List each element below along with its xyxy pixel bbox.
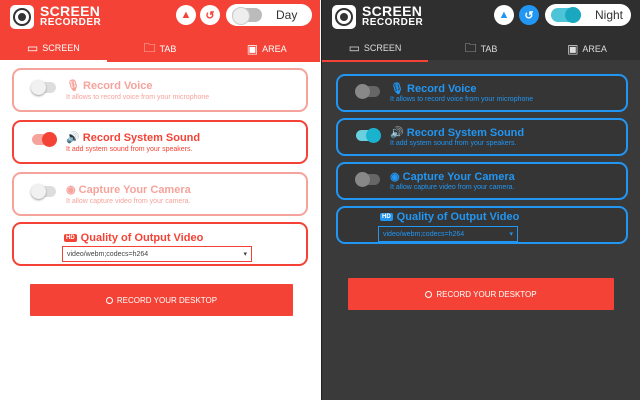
monitor-icon: ▭: [348, 41, 360, 55]
tab-label: SCREEN: [363, 43, 402, 53]
logo-line-1: SCREEN: [40, 3, 101, 19]
tab-tab[interactable]: 🗀 TAB: [107, 36, 214, 62]
tab-label: AREA: [582, 44, 607, 54]
record-button-label: RECORD YOUR DESKTOP: [116, 295, 218, 305]
header: SCREEN RECORDER ▲ ↺ Day ▭ SCREEN 🗀 TAB ▣…: [0, 0, 320, 62]
speaker-icon: 🔊: [390, 127, 407, 139]
theme-toggle[interactable]: Day: [226, 4, 312, 26]
capture-camera-toggle[interactable]: [355, 172, 380, 187]
quality-title: Quality of Output Video: [80, 232, 204, 244]
tab-bar: ▭ SCREEN 🗀 TAB ▣ AREA: [322, 36, 640, 62]
tab-screen[interactable]: ▭ SCREEN: [0, 36, 107, 62]
history-icon[interactable]: ↺: [200, 5, 220, 25]
microphone-icon: 🎙: [66, 80, 84, 92]
google-drive-icon[interactable]: ▲: [494, 5, 514, 25]
theme-switch-knob[interactable]: [551, 7, 581, 23]
capture-camera-card[interactable]: ◉ Capture Your Camera It allow capture v…: [12, 172, 308, 216]
dropdown-arrow-icon: ▾: [509, 231, 513, 238]
option-title: Record Voice: [407, 83, 477, 95]
tab-bar: ▭ SCREEN 🗀 TAB ▣ AREA: [0, 36, 320, 62]
hd-icon: HD: [64, 234, 77, 243]
record-circle-icon: [425, 290, 433, 298]
microphone-icon: 🎙: [390, 83, 408, 95]
folder-icon: 🗀: [464, 40, 477, 55]
record-voice-card[interactable]: 🎙 Record Voice It allows to record voice…: [12, 68, 308, 112]
record-logo-icon: [332, 5, 356, 29]
record-system-sound-card[interactable]: 🔊 Record System Sound It add system soun…: [12, 120, 308, 164]
record-desktop-button[interactable]: RECORD YOUR DESKTOP: [348, 278, 614, 310]
codec-value: video/webm;codecs=h264: [383, 230, 465, 238]
option-description: It allows to record voice from your micr…: [390, 96, 534, 103]
area-icon: ▣: [567, 42, 579, 56]
tab-label: TAB: [480, 44, 498, 54]
camera-icon: ◉: [66, 184, 79, 196]
option-description: It allow capture video from your camera.: [66, 198, 191, 205]
quality-card: HD Quality of Output Video video/webm;cod…: [12, 222, 308, 266]
app-logo: SCREEN RECORDER: [332, 3, 424, 29]
night-theme-panel: SCREEN RECORDER ▲ ↺ Night ▭ SCREEN 🗀 TAB…: [321, 0, 640, 400]
option-title: Record System Sound: [406, 127, 525, 139]
codec-value: video/webm;codecs=h264: [67, 250, 149, 258]
record-voice-card[interactable]: 🎙 Record Voice It allows to record voice…: [336, 74, 628, 112]
codec-select[interactable]: video/webm;codecs=h264 ▾: [378, 226, 518, 242]
area-icon: ▣: [246, 42, 259, 56]
quality-card: HD Quality of Output Video video/webm;cod…: [336, 206, 628, 244]
option-description: It add system sound from your speakers.: [390, 140, 517, 147]
record-system-sound-toggle[interactable]: [356, 128, 381, 143]
logo-line-1: SCREEN: [362, 3, 423, 19]
folder-icon: 🗀: [143, 40, 156, 55]
option-description: It add system sound from your speakers.: [66, 146, 193, 153]
day-theme-panel: SCREEN RECORDER ▲ ↺ Day ▭ SCREEN 🗀 TAB ▣…: [0, 0, 320, 400]
tab-label: SCREEN: [42, 43, 80, 53]
quality-title: Quality of Output Video: [396, 211, 520, 223]
option-title: Capture Your Camera: [402, 171, 515, 183]
speaker-icon: 🔊: [66, 132, 83, 144]
theme-toggle[interactable]: Night: [545, 4, 631, 26]
app-logo: SCREEN RECORDER: [10, 3, 102, 29]
header: SCREEN RECORDER ▲ ↺ Night ▭ SCREEN 🗀 TAB…: [322, 0, 640, 62]
record-logo-icon: [10, 5, 34, 29]
record-system-sound-toggle[interactable]: [32, 132, 57, 147]
dropdown-arrow-icon: ▾: [243, 251, 247, 258]
tab-area[interactable]: ▣ AREA: [534, 36, 640, 62]
option-title: Record Voice: [83, 80, 153, 92]
theme-label: Night: [595, 8, 624, 22]
tab-screen[interactable]: ▭ SCREEN: [322, 36, 428, 62]
history-icon[interactable]: ↺: [519, 5, 539, 25]
capture-camera-card[interactable]: ◉ Capture Your Camera It allow capture v…: [336, 162, 628, 200]
codec-select[interactable]: video/webm;codecs=h264 ▾: [62, 246, 252, 262]
record-button-label: RECORD YOUR DESKTOP: [436, 289, 537, 299]
tab-area[interactable]: ▣ AREA: [213, 36, 320, 62]
option-title: Record System Sound: [82, 132, 201, 144]
record-system-sound-card[interactable]: 🔊 Record System Sound It add system soun…: [336, 118, 628, 156]
option-description: It allow capture video from your camera.: [390, 184, 515, 191]
record-voice-toggle[interactable]: [31, 80, 56, 95]
record-circle-icon: [105, 296, 113, 304]
tab-tab[interactable]: 🗀 TAB: [428, 36, 534, 62]
tab-label: AREA: [262, 44, 287, 54]
logo-line-2: RECORDER: [40, 17, 102, 28]
theme-label: Day: [276, 8, 298, 22]
record-desktop-button[interactable]: RECORD YOUR DESKTOP: [30, 284, 293, 316]
record-voice-toggle[interactable]: [355, 84, 380, 99]
option-description: It allows to record voice from your micr…: [66, 94, 210, 101]
theme-switch-knob[interactable]: [232, 7, 262, 25]
logo-line-2: RECORDER: [362, 17, 424, 28]
option-title: Capture Your Camera: [78, 184, 191, 196]
google-drive-icon[interactable]: ▲: [176, 5, 196, 25]
monitor-icon: ▭: [26, 41, 39, 55]
hd-icon: HD: [380, 213, 393, 222]
tab-label: TAB: [159, 44, 177, 54]
capture-camera-toggle[interactable]: [31, 184, 56, 199]
camera-icon: ◉: [390, 171, 403, 183]
